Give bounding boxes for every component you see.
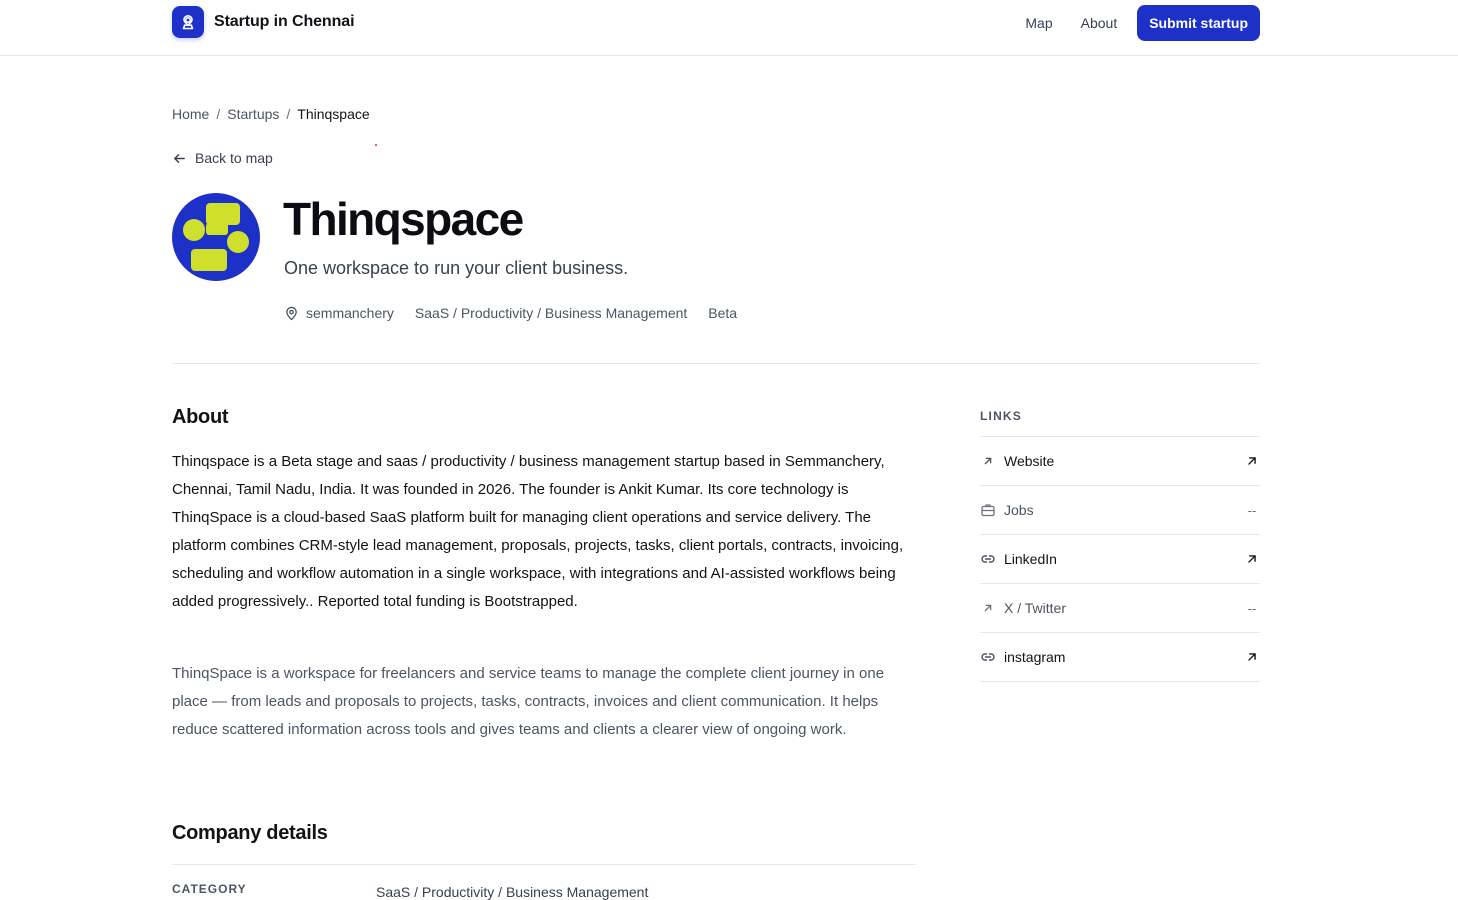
- nav-about-link[interactable]: About: [1081, 15, 1118, 31]
- main-nav: Map About Submit startup: [1025, 5, 1260, 41]
- link-unavailable: --: [1247, 502, 1257, 518]
- category-meta: SaaS / Productivity / Business Managemen…: [414, 305, 688, 321]
- breadcrumb-home[interactable]: Home: [172, 106, 209, 122]
- link-label: Website: [1004, 453, 1055, 469]
- link-instagram[interactable]: instagram: [980, 633, 1260, 682]
- back-to-map-label: Back to map: [195, 150, 273, 166]
- arrow-up-right-icon: [980, 453, 996, 469]
- link-website[interactable]: Website: [980, 437, 1260, 486]
- arrow-left-icon: [174, 153, 185, 163]
- company-name: Thinqspace: [283, 193, 524, 245]
- link-label: LinkedIn: [1004, 551, 1057, 567]
- about-summary: Thinqspace is a Beta stage and saas / pr…: [172, 453, 904, 610]
- submit-startup-button[interactable]: Submit startup: [1137, 5, 1260, 41]
- arrow-up-right-icon: [980, 600, 996, 616]
- stage-meta: Beta: [708, 305, 738, 321]
- link-unavailable: --: [1247, 600, 1257, 616]
- link-linkedin[interactable]: LinkedIn: [980, 535, 1260, 584]
- breadcrumb-separator: /: [216, 106, 221, 122]
- company-details-heading: Company details: [172, 822, 328, 844]
- external-link-icon: [1244, 551, 1260, 567]
- links-heading: LINKS: [980, 409, 1022, 423]
- map-pin-user-icon: [172, 6, 204, 38]
- company-logo: [172, 193, 260, 281]
- detail-value-category: SaaS / Productivity / Business Managemen…: [376, 884, 649, 900]
- nav-map-link[interactable]: Map: [1025, 15, 1052, 31]
- link-label: Jobs: [1004, 502, 1034, 518]
- breadcrumb-startups[interactable]: Startups: [227, 106, 279, 122]
- breadcrumb-separator: /: [286, 106, 291, 122]
- about-description: ThinqSpace is a workspace for freelancer…: [172, 665, 885, 738]
- location-text: semmanchery: [306, 305, 394, 321]
- briefcase-icon: [980, 502, 996, 518]
- link-icon: [980, 649, 996, 665]
- breadcrumb: Home / Startups / Thinqspace: [172, 106, 370, 122]
- back-to-map-link[interactable]: Back to map: [172, 150, 273, 166]
- links-list: Website Jobs -- LinkedIn X / Twitter -- …: [980, 436, 1260, 682]
- link-x-twitter: X / Twitter --: [980, 584, 1260, 633]
- map-pin-icon: [286, 306, 297, 320]
- top-navbar: Startup in Chennai Map About Submit star…: [0, 0, 1458, 56]
- external-link-icon: [1244, 649, 1260, 665]
- link-icon: [980, 551, 996, 567]
- link-jobs: Jobs --: [980, 486, 1260, 535]
- company-tagline: One workspace to run your client busines…: [284, 258, 629, 278]
- about-heading: About: [172, 406, 229, 428]
- company-meta: semmanchery SaaS / Productivity / Busine…: [284, 304, 758, 322]
- link-label: X / Twitter: [1004, 600, 1066, 616]
- link-label: instagram: [1004, 649, 1066, 665]
- decorative-dot: [375, 144, 377, 146]
- divider: [172, 864, 916, 865]
- location-meta: semmanchery: [284, 305, 394, 321]
- detail-key-category: CATEGORY: [172, 882, 247, 896]
- divider: [172, 363, 1260, 364]
- brand-name: Startup in Chennai: [214, 13, 355, 30]
- brand-home-link[interactable]: Startup in Chennai: [172, 6, 355, 38]
- external-link-icon: [1244, 453, 1260, 469]
- breadcrumb-current: Thinqspace: [297, 106, 370, 122]
